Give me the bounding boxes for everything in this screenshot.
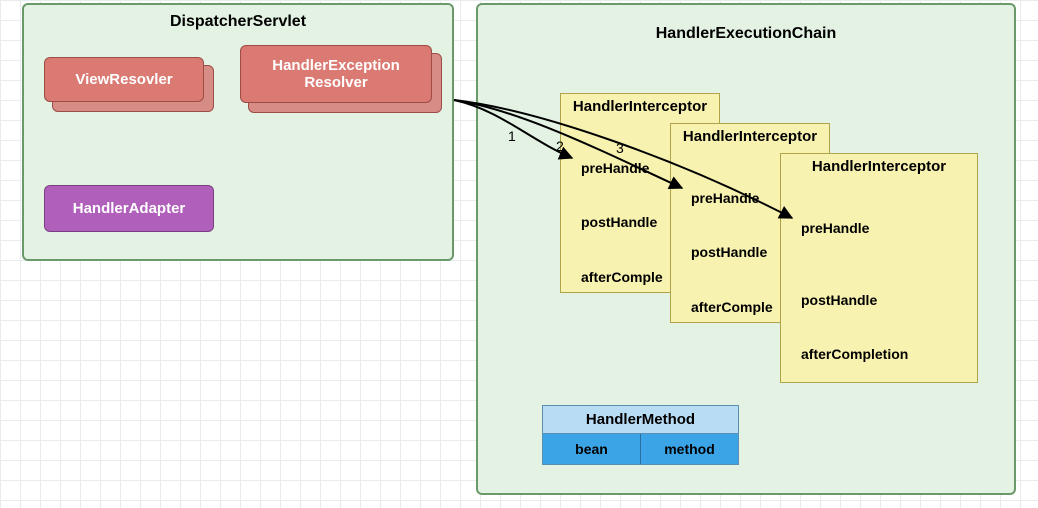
handler-interceptor-3: HandlerInterceptor preHandle postHandle …	[780, 153, 978, 383]
interceptor-1-title: HandlerInterceptor	[561, 98, 719, 115]
dispatcher-title: DispatcherServlet	[24, 13, 452, 31]
handler-method-method: method	[641, 434, 738, 464]
interceptor-3-title: HandlerInterceptor	[781, 158, 977, 175]
interceptor-3-prehandle: preHandle	[801, 220, 869, 236]
arrow-label-3: 3	[616, 140, 624, 156]
arrow-label-2: 2	[556, 138, 564, 154]
interceptor-2-title: HandlerInterceptor	[671, 128, 829, 145]
arrow-label-1: 1	[508, 128, 516, 144]
interceptor-1-after: afterComple	[581, 269, 663, 285]
handler-method-box: HandlerMethod bean method	[542, 405, 739, 465]
interceptor-2-posthandle: postHandle	[691, 244, 767, 260]
view-resolver-label: ViewResovler	[75, 71, 172, 88]
exception-resolver-label: HandlerException Resolver	[272, 57, 400, 91]
chain-title: HandlerExecutionChain	[478, 25, 1014, 43]
dispatcher-servlet-panel: DispatcherServlet ViewResovler HandlerEx…	[22, 3, 454, 261]
interceptor-3-after: afterCompletion	[801, 346, 908, 362]
handler-adapter-box: HandlerAdapter	[44, 185, 214, 232]
handler-method-row: bean method	[543, 434, 738, 464]
handler-execution-chain-panel: HandlerExecutionChain HandlerInterceptor…	[476, 3, 1016, 495]
exception-resolver-box: HandlerException Resolver	[240, 45, 432, 103]
handler-adapter-label: HandlerAdapter	[73, 200, 186, 217]
exception-resolver-stack: HandlerException Resolver	[240, 45, 432, 103]
handler-method-title: HandlerMethod	[543, 406, 738, 434]
interceptor-1-posthandle: postHandle	[581, 214, 657, 230]
interceptor-2-after: afterComple	[691, 299, 773, 315]
handler-method-bean: bean	[543, 434, 641, 464]
interceptor-3-posthandle: postHandle	[801, 292, 877, 308]
view-resolver-stack: ViewResovler	[44, 57, 204, 102]
interceptor-2-prehandle: preHandle	[691, 190, 759, 206]
view-resolver-box: ViewResovler	[44, 57, 204, 102]
interceptor-1-prehandle: preHandle	[581, 160, 649, 176]
